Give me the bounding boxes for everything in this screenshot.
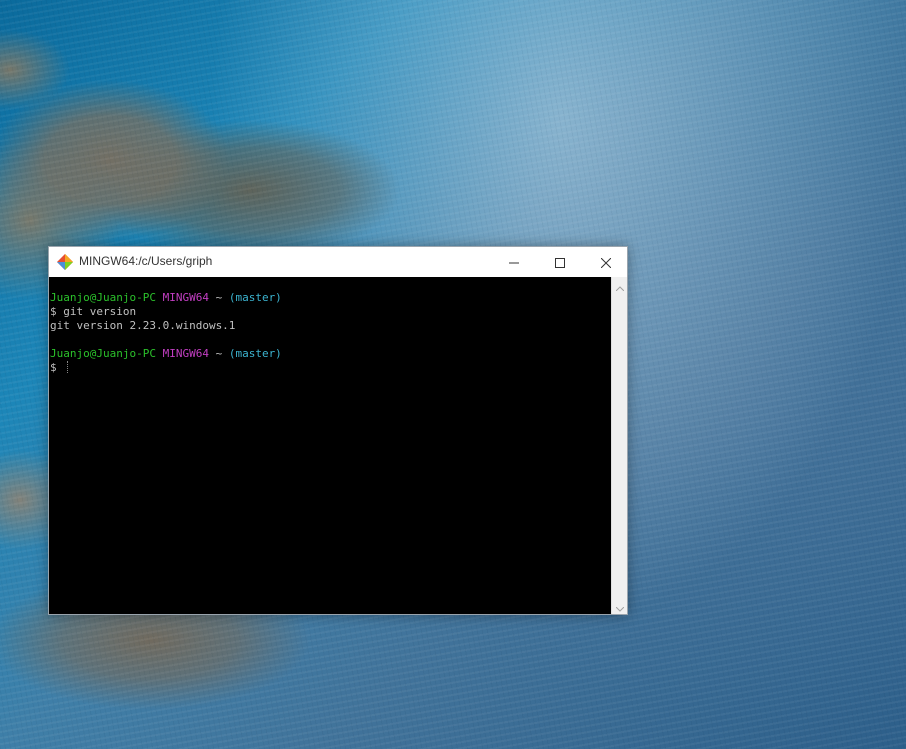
prompt-user-host: Juanjo@Juanjo-PC	[50, 291, 156, 304]
git-bash-window[interactable]: MINGW64:/c/Users/griph Juanjo@Juanjo-PC …	[48, 246, 628, 615]
maximize-icon	[555, 253, 565, 272]
text-cursor	[67, 361, 69, 373]
vertical-scrollbar[interactable]	[611, 277, 627, 614]
scroll-up-button[interactable]	[612, 277, 627, 293]
command-output: git version 2.23.0.windows.1	[50, 319, 236, 332]
input-prompt: $	[50, 361, 64, 374]
scroll-down-button[interactable]	[612, 598, 627, 614]
prompt-env: MINGW64	[162, 291, 209, 304]
git-diamond-icon[interactable]	[57, 254, 73, 270]
close-button[interactable]	[583, 247, 629, 277]
command-line: $ git version	[50, 305, 137, 318]
chevron-down-icon	[615, 597, 624, 616]
minimize-button[interactable]	[491, 247, 537, 277]
prompt-path: ~	[215, 347, 223, 360]
prompt-line: Juanjo@Juanjo-PC MINGW64 ~ (master)	[50, 291, 611, 305]
prompt-line: Juanjo@Juanjo-PC MINGW64 ~ (master)	[50, 347, 611, 361]
prompt-user-host: Juanjo@Juanjo-PC	[50, 347, 156, 360]
chevron-up-icon	[615, 276, 624, 295]
window-titlebar[interactable]: MINGW64:/c/Users/griph	[49, 247, 627, 277]
input-line[interactable]: $	[50, 361, 611, 375]
minimize-icon	[509, 253, 519, 272]
terminal-area[interactable]: Juanjo@Juanjo-PC MINGW64 ~ (master) $ gi…	[49, 277, 611, 614]
prompt-env: MINGW64	[162, 347, 209, 360]
close-icon	[600, 253, 612, 272]
prompt-branch: (master)	[228, 347, 282, 360]
window-title: MINGW64:/c/Users/griph	[79, 254, 213, 268]
prompt-path: ~	[215, 291, 223, 304]
maximize-button[interactable]	[537, 247, 583, 277]
prompt-branch: (master)	[228, 291, 282, 304]
